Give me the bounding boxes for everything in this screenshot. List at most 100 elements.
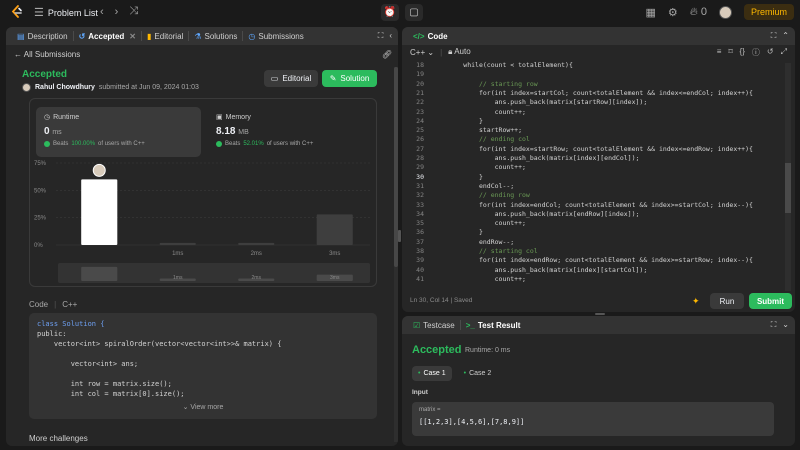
notes-button[interactable]: ▢ [405,4,423,21]
code-line: count++; [432,107,526,116]
editorial-button[interactable]: ▭ Editorial [264,70,318,87]
code-line: for(int index=startRow; count<totalEleme… [432,144,753,153]
tab-accepted[interactable]: ↺ Accepted ✕ [74,27,141,45]
maximize-icon[interactable]: ⛶ [771,31,777,41]
lock-icon: 🔒︎ [448,47,453,56]
code-line: ans.push_back(matrix[startRow][index]); [432,98,648,107]
problem-list-button[interactable]: ☰ Problem List [34,6,98,19]
x-tick-label: 3ms [329,251,340,257]
timer-button[interactable]: ⏰ [381,4,399,21]
tab-test-result[interactable]: >_ Test Result [461,316,526,334]
language-select[interactable]: C++ ⌄ [410,48,434,57]
submit-button[interactable]: Submit [749,293,792,309]
clock-icon: ◷ [44,114,51,121]
maximize-icon[interactable]: ⛶ [378,31,384,41]
line-number: 41 [416,274,424,283]
grid-icon[interactable]: ▦ [645,6,655,19]
mini-bar [81,266,118,281]
case-2-tab[interactable]: • Case 2 [458,366,498,381]
line-number: 36 [416,228,424,237]
format-icon[interactable]: ≡ [717,47,722,58]
runtime-card[interactable]: ◷ Runtime 0 ms Beats 100.00% of users with … [36,107,201,157]
lightbulb-icon[interactable]: ✦ [692,296,700,307]
code-editor[interactable]: 18 while(count < totalElement){19 20 // s… [402,61,782,291]
y-tick-label: 75% [34,161,47,167]
tab-label: Solutions [204,31,238,41]
line-number: 28 [416,154,424,162]
collapse-icon[interactable]: ⌃ [782,31,789,41]
auto-mode-toggle[interactable]: 🔒︎ Auto [448,47,471,57]
fullscreen-icon[interactable]: ⤢ [781,47,787,58]
code-line: int row = matrix.size(); [37,380,172,388]
case-1-tab[interactable]: • Case 1 [412,366,452,381]
top-bar: ☰ Problem List ‹ › ⤨ ⏰ ▢ ▦ ⚙ 🔥︎ 0 Premiu… [0,0,800,25]
info-icon[interactable]: ⓘ [752,47,760,58]
alarm-icon: ⏰ [383,7,397,18]
test-tab-bar: ☑ Testcase >_ Test Result ⛶ ⌄ [402,316,795,334]
tab-description[interactable]: ▤ Description [12,27,73,45]
submitted-code-box[interactable]: class Solution {public: vector<int> spir… [29,313,377,419]
solution-button[interactable]: ✎ Solution [322,70,377,87]
mini-tick-label: 3ms [330,275,340,281]
problem-list-label: Problem List [47,7,98,18]
collapse-icon[interactable]: ⌄ [782,320,789,330]
maximize-icon[interactable]: ⛶ [771,320,777,330]
more-challenges-heading: More challenges [29,434,88,443]
book-icon: ▭ [270,74,279,83]
line-number: 19 [416,70,424,79]
reset-icon[interactable]: ↺ [767,47,774,58]
shuffle-icon[interactable]: ⤨ [129,5,138,18]
streak-button[interactable]: 🔥︎ 0 [690,6,707,19]
line-number: 35 [416,219,424,228]
code-line: count++; [432,274,526,283]
memory-card[interactable]: ▣ Memory 8.18 MB Beats 52.01% of users with… [208,107,373,157]
tab-testcase[interactable]: ☑ Testcase [408,316,460,334]
runtime-distribution-chart: 75% 50% 25% 0% 1ms 1ms 2ms 2ms 3ms 3ms [34,161,370,283]
tab-submissions[interactable]: ◷ Submissions [243,27,308,45]
editor-scrollbar[interactable] [785,63,791,291]
chart-bar [159,242,196,245]
runtime-label: Runtime [53,113,80,121]
memory-chip-icon: ▣ [216,114,223,121]
leetcode-logo-icon[interactable] [10,5,24,19]
author-avatar[interactable] [22,83,31,92]
premium-button[interactable]: Premium [743,4,794,20]
code-icon: </> [413,31,425,41]
chevron-left-icon[interactable]: ‹ [100,5,104,18]
flame-icon: 🔥︎ [689,5,698,18]
beats-pct: 52.01% [243,141,264,147]
tab-code[interactable]: </> Code [408,27,453,45]
case-label: Case 1 [423,370,446,377]
runtime-value: 0 [44,126,50,137]
view-more-button[interactable]: ⌄ View more [29,403,377,413]
link-icon[interactable]: 🔗︎ [382,50,392,59]
line-number: 24 [416,116,424,125]
line-number: 34 [416,209,424,218]
line-number: 33 [416,200,424,209]
tab-label: Test Result [477,320,521,330]
test-result-panel: ☑ Testcase >_ Test Result ⛶ ⌄ Accepted Run… [402,316,795,446]
author-name[interactable]: Rahul Chowdhury [35,84,95,91]
line-number: 40 [416,265,424,274]
case-label: Case 2 [469,370,492,377]
run-button[interactable]: Run [710,293,744,309]
code-line: for(int index=endRow; count<totalElement… [432,256,753,265]
beats-icon [216,141,222,147]
tab-solutions[interactable]: ⚗ Solutions [189,27,242,45]
collapse-left-icon[interactable]: ‹ [389,31,392,41]
gear-icon[interactable]: ⚙ [668,6,678,19]
braces-icon[interactable]: {} [740,47,745,58]
tab-label: Accepted [88,31,125,41]
vertical-resize-handle[interactable] [398,230,401,242]
tab-editorial[interactable]: ▮ Editorial [142,27,188,45]
chevron-right-icon[interactable]: › [115,5,119,18]
code-line: endCol--; [432,181,515,190]
user-avatar-marker[interactable] [92,163,106,177]
code-line: } [432,116,483,125]
bookmark-icon[interactable]: ⌑ [728,47,732,58]
close-icon[interactable]: ✕ [129,32,136,41]
avatar[interactable] [718,5,732,19]
horizontal-resize-handle[interactable] [595,313,605,315]
left-scrollbar[interactable] [394,67,398,442]
back-to-submissions-link[interactable]: ← All Submissions [14,50,80,59]
